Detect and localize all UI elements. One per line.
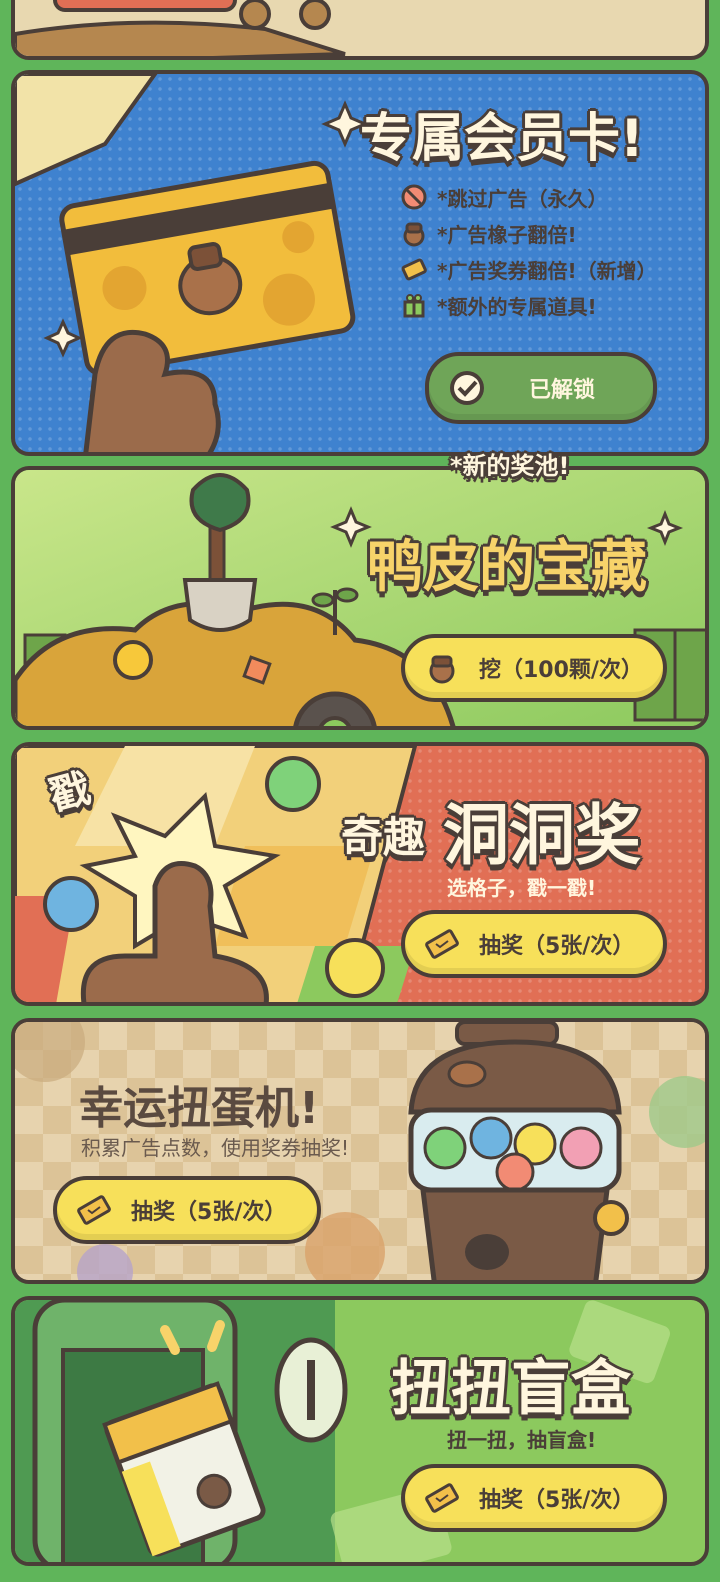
- benefit-text: *额外的专属道具!: [437, 294, 597, 319]
- blind-box-draw-label: 抽奖（5张/次）: [479, 1488, 635, 1513]
- ticket-icon: [423, 1479, 461, 1517]
- hole-prize-title-big: 洞洞奖: [443, 797, 641, 874]
- no-ads-icon: [399, 182, 429, 212]
- new-pool-label: *新的奖池!: [450, 452, 570, 480]
- member-card-panel: 专属会员卡! *跳过广告（永久） *广告橡子翻倍! *广告奖券翻倍!（新增） *…: [11, 70, 709, 456]
- previous-panel-art: [15, 0, 346, 56]
- benefit-ticket-double: *广告奖券翻倍!（新增）: [399, 254, 657, 284]
- gacha-title: 幸运扭蛋机!: [79, 1083, 320, 1134]
- hole-prize-subtitle: 选格子，戳一戳!: [447, 876, 597, 900]
- hole-prize-draw-label: 抽奖（5张/次）: [479, 934, 635, 959]
- benefit-text: *广告橡子翻倍!: [437, 222, 577, 247]
- gacha-panel: 幸运扭蛋机! 积累广告点数，使用奖券抽奖! 抽奖（5张/次）: [11, 1018, 709, 1284]
- ticket-icon: [423, 925, 461, 963]
- acorn-icon: [399, 218, 429, 248]
- treasure-panel: 鸭皮的宝藏 挖（100颗/次）: [11, 466, 709, 730]
- treasure-title: 鸭皮的宝藏: [367, 535, 647, 600]
- gacha-subtitle: 积累广告点数，使用奖券抽奖!: [81, 1136, 350, 1160]
- benefit-text: *广告奖券翻倍!（新增）: [437, 258, 657, 283]
- ticket-icon: [75, 1191, 113, 1229]
- previous-panel: [11, 0, 709, 60]
- blind-box-panel: 扭扭盲盒 扭一扭，抽盲盒! 抽奖（5张/次）: [11, 1296, 709, 1566]
- hole-prize-panel: 戳 奇趣 洞洞奖 选格子，戳一戳! 抽奖（5张/次）: [11, 742, 709, 1006]
- ticket-icon: [399, 254, 429, 284]
- hole-prize-draw-button[interactable]: 抽奖（5张/次）: [401, 910, 667, 978]
- blind-box-subtitle: 扭一扭，抽盲盒!: [447, 1428, 597, 1452]
- benefit-skip-ads: *跳过广告（永久）: [399, 182, 607, 212]
- benefit-acorn-double: *广告橡子翻倍!: [399, 218, 577, 248]
- member-card-title: 专属会员卡!: [360, 109, 644, 169]
- gacha-draw-label: 抽奖（5张/次）: [131, 1200, 287, 1225]
- unlocked-button[interactable]: 已解锁: [425, 352, 657, 424]
- acorn-icon: [423, 649, 461, 687]
- dig-button[interactable]: 挖（100颗/次）: [401, 634, 667, 702]
- benefit-text: *跳过广告（永久）: [437, 186, 608, 211]
- gacha-draw-button[interactable]: 抽奖（5张/次）: [53, 1176, 321, 1244]
- checkmark-icon: [447, 369, 485, 407]
- blind-box-title: 扭扭盲盒: [391, 1354, 631, 1424]
- blind-box-draw-button[interactable]: 抽奖（5张/次）: [401, 1464, 667, 1532]
- hole-prize-title-small: 奇趣: [341, 813, 426, 862]
- unlocked-button-label: 已解锁: [529, 378, 596, 403]
- benefit-exclusive-items: *额外的专属道具!: [399, 290, 597, 320]
- dig-button-label: 挖（100颗/次）: [479, 658, 643, 683]
- gift-icon: [399, 290, 429, 320]
